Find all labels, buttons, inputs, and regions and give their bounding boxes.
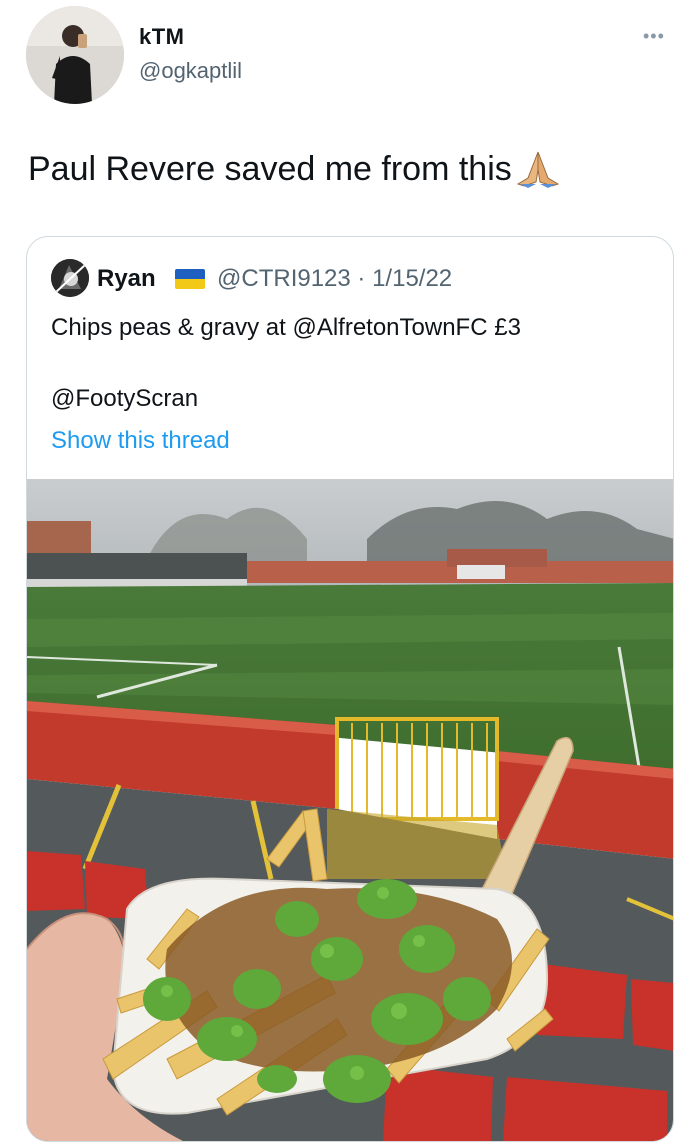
tweet: kTM @ogkaptlil ••• Paul Revere saved me … <box>0 0 700 1143</box>
folded-hands-icon <box>514 148 562 188</box>
quoted-author-avatar[interactable] <box>51 259 89 297</box>
quoted-tweet-text: Chips peas & gravy at @AlfretonTownFC £3 <box>51 314 521 341</box>
ukraine-flag-icon <box>175 269 205 289</box>
tweet-body: Paul Revere saved me from this <box>28 150 512 188</box>
show-thread-link[interactable]: Show this thread <box>51 427 230 455</box>
quoted-tweet-mention[interactable]: @FootyScran <box>51 385 198 413</box>
author-name[interactable]: kTM <box>139 24 185 50</box>
food-photo[interactable] <box>27 479 673 1141</box>
author-handle[interactable]: @ogkaptlil <box>139 58 242 84</box>
quoted-author-name[interactable]: Ryan <box>97 265 156 293</box>
author-avatar[interactable] <box>26 6 124 104</box>
more-options-icon[interactable]: ••• <box>643 26 665 47</box>
quoted-author-handle-date[interactable]: @CTRI9123 · 1/15/22 <box>217 265 452 293</box>
quoted-tweet[interactable]: Ryan @CTRI9123 · 1/15/22 Chips peas & gr… <box>26 236 674 1142</box>
tweet-text: Paul Revere saved me from this <box>28 148 562 189</box>
